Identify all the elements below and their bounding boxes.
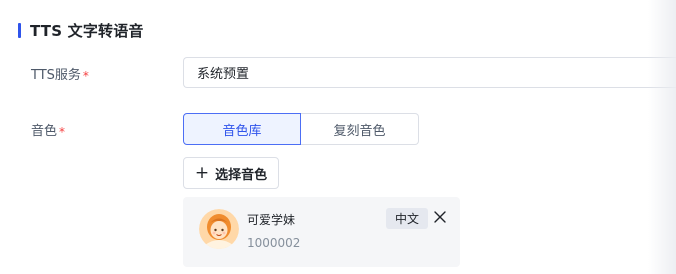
voice-source-tabs: 音色库 复刻音色 [183,113,419,145]
required-mark: * [82,68,89,83]
voice-id: 1000002 [247,236,301,250]
tab-voice-library[interactable]: 音色库 [183,113,301,145]
section-header: TTS 文字转语音 [18,21,144,40]
section-accent-bar [18,22,21,38]
plus-icon: + [194,162,210,183]
voice-name: 可爱学妹 [247,213,296,227]
required-mark: * [59,124,66,139]
select-voice-button[interactable]: + 选择音色 [183,157,279,189]
select-voice-button-label: 选择音色 [215,167,268,183]
tts-config-panel: TTS 文字转语音 TTS服务 * 系统预置 音色 * 音色库 复刻音色 + 选… [0,0,676,274]
avatar-illustration-icon [199,209,239,249]
tts-service-select[interactable]: 系统预置 [183,57,676,88]
tab-cloned-voice[interactable]: 复刻音色 [301,113,419,145]
selected-voice-card: 可爱学妹 1000002 中文 [183,197,460,267]
voice-label-text: 音色 [31,124,58,139]
panel-edge-shadow [648,0,676,274]
tts-service-label: TTS服务 * [31,64,89,83]
voice-avatar [199,209,239,249]
section-title: TTS 文字转语音 [30,21,144,40]
language-badge: 中文 [386,208,428,229]
voice-label: 音色 * [31,120,65,139]
tts-service-label-text: TTS服务 [31,68,81,83]
close-icon[interactable] [433,210,447,224]
tts-service-value: 系统预置 [197,67,250,82]
